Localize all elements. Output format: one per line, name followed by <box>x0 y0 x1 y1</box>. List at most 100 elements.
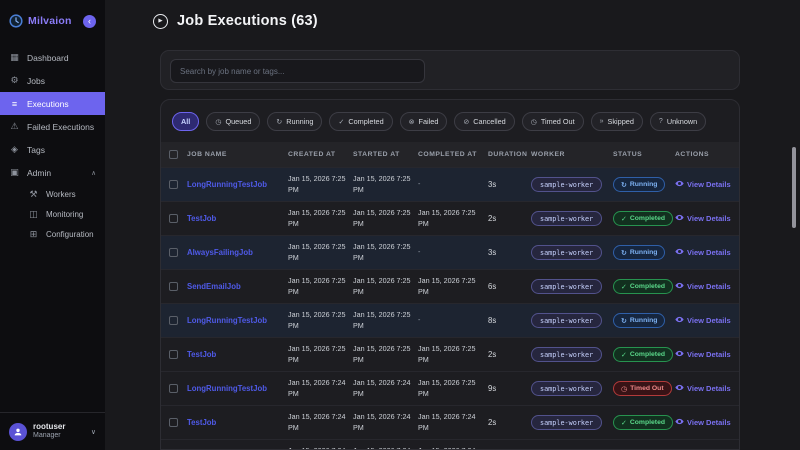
eye-icon <box>675 383 684 394</box>
started-at-cell: Jan 15, 2026 7:25 PM <box>353 276 413 296</box>
sidebar-item-label: Workers <box>46 190 76 199</box>
started-at-cell: Jan 15, 2026 7:25 PM <box>353 174 413 194</box>
row-checkbox[interactable] <box>169 384 178 393</box>
eye-icon <box>675 281 684 292</box>
filter-chip-cancelled[interactable]: ⊘Cancelled <box>454 112 514 131</box>
sidebar-item-tags[interactable]: ◈ Tags <box>0 138 105 161</box>
filter-chip-label: Failed <box>419 117 439 126</box>
sidebar-item-jobs[interactable]: ⚙Jobs <box>0 69 105 92</box>
started-at-cell: Jan 15, 2026 7:24 PM <box>353 378 413 398</box>
started-at-cell: Jan 15, 2026 7:25 PM <box>353 208 413 228</box>
actions-cell: View Details <box>675 349 739 360</box>
started-at-cell: Jan 15, 2026 7:24 PM <box>353 446 413 450</box>
row-checkbox[interactable] <box>169 418 178 427</box>
filter-chip-completed[interactable]: ✓Completed <box>329 112 392 131</box>
job-name-link[interactable]: SendEmailJob <box>187 282 288 291</box>
row-checkbox[interactable] <box>169 214 178 223</box>
sidebar-item-label: Failed Executions <box>27 122 94 132</box>
completed-at-cell: Jan 15, 2026 7:25 PM <box>418 208 478 228</box>
status-cell: ↻Running <box>613 245 675 260</box>
configuration-icon: ⊞ <box>28 229 39 240</box>
created-at-cell: Jan 15, 2026 7:24 PM <box>288 412 348 432</box>
worker-badge: sample-worker <box>531 177 602 192</box>
view-details-label: View Details <box>687 350 731 359</box>
column-header: WORKER <box>531 151 613 158</box>
status-cell: ◷Timed Out <box>613 381 675 396</box>
select-all-checkbox[interactable] <box>169 150 178 159</box>
status-label: Running <box>630 181 658 188</box>
view-details-link[interactable]: View Details <box>675 383 731 394</box>
view-details-link[interactable]: View Details <box>675 281 731 292</box>
view-details-link[interactable]: View Details <box>675 349 731 360</box>
worker-cell: sample-worker <box>531 211 613 226</box>
table-header-row: JOB NAMECREATED ATSTARTED ATCOMPLETED AT… <box>161 142 739 167</box>
duration-cell: 2s <box>488 350 531 359</box>
user-menu[interactable]: rootuser Manager ∨ <box>0 412 105 450</box>
filter-chip-unknown[interactable]: ?Unknown <box>650 112 706 131</box>
view-details-link[interactable]: View Details <box>675 213 731 224</box>
row-checkbox[interactable] <box>169 350 178 359</box>
executions-card: All◷Queued↻Running✓Completed⊗Failed⊘Canc… <box>160 99 740 450</box>
worker-badge: sample-worker <box>531 347 602 362</box>
scrollbar-thumb[interactable] <box>792 147 796 228</box>
actions-cell: View Details <box>675 247 739 258</box>
created-at-cell: Jan 15, 2026 7:24 PM <box>288 378 348 398</box>
sidebar-item-configuration[interactable]: ⊞Configuration <box>0 224 105 244</box>
row-checkbox[interactable] <box>169 180 178 189</box>
view-details-link[interactable]: View Details <box>675 179 731 190</box>
completed-at-cell: Jan 15, 2026 7:25 PM <box>418 344 478 364</box>
chevron-down-icon[interactable]: ∨ <box>91 428 96 436</box>
sidebar-item-failed-executions[interactable]: ⚠Failed Executions <box>0 115 105 138</box>
created-at-cell: Jan 15, 2026 7:24 PM <box>288 446 348 450</box>
view-details-link[interactable]: View Details <box>675 315 731 326</box>
row-checkbox[interactable] <box>169 282 178 291</box>
job-name-link[interactable]: TestJob <box>187 350 288 359</box>
spinner-icon: ↻ <box>276 118 282 126</box>
job-name-link[interactable]: TestJob <box>187 418 288 427</box>
view-details-link[interactable]: View Details <box>675 247 731 258</box>
dashboard-icon: ▦ <box>9 52 20 63</box>
row-checkbox[interactable] <box>169 316 178 325</box>
executions-count: (63) <box>291 13 318 29</box>
filter-chip-queued[interactable]: ◷Queued <box>206 112 260 131</box>
worker-badge: sample-worker <box>531 279 602 294</box>
view-details-link[interactable]: View Details <box>675 417 731 428</box>
sidebar-item-admin[interactable]: ▣Admin∧ <box>0 161 105 184</box>
filter-chip-failed[interactable]: ⊗Failed <box>400 112 448 131</box>
created-at-cell: Jan 15, 2026 7:25 PM <box>288 276 348 296</box>
job-name-link[interactable]: LongRunningTestJob <box>187 180 288 189</box>
collapse-sidebar-button[interactable]: ‹ <box>83 15 96 28</box>
executions-icon: ≡ <box>9 99 20 109</box>
filter-chip-all[interactable]: All <box>172 112 199 131</box>
tags-icon: ◈ <box>9 144 20 155</box>
column-header: JOB NAME <box>187 151 288 158</box>
filter-chip-timed-out[interactable]: ◷Timed Out <box>522 112 584 131</box>
slash-circle-icon: ⊘ <box>463 118 469 126</box>
search-input[interactable] <box>170 59 425 83</box>
job-name-link[interactable]: TestJob <box>187 214 288 223</box>
sidebar-item-monitoring[interactable]: ◫Monitoring <box>0 204 105 224</box>
filter-chip-skipped[interactable]: »Skipped <box>591 112 643 131</box>
row-checkbox[interactable] <box>169 248 178 257</box>
status-badge: ↻Running <box>613 313 665 328</box>
job-name-link[interactable]: LongRunningTestJob <box>187 384 288 393</box>
status-icon: ✓ <box>621 419 627 427</box>
filter-chip-label: Queued <box>225 117 251 126</box>
worker-cell: sample-worker <box>531 347 613 362</box>
created-at-cell: Jan 15, 2026 7:25 PM <box>288 174 348 194</box>
job-name-link[interactable]: AlwaysFailingJob <box>187 248 288 257</box>
duration-cell: 2s <box>488 214 531 223</box>
search-card <box>160 50 740 90</box>
sidebar-item-workers[interactable]: ⚒Workers <box>0 184 105 204</box>
main-content: ▶ Job Executions (63) All◷Queued↻Running… <box>105 0 800 450</box>
question-icon: ? <box>659 118 663 125</box>
view-details-label: View Details <box>687 248 731 257</box>
page-title: Job Executions (63) <box>177 13 318 29</box>
completed-at-cell: - <box>418 247 478 257</box>
sidebar-item-executions[interactable]: ≡Executions <box>0 92 105 115</box>
sidebar-item-label: Tags <box>27 145 45 155</box>
sidebar-item-dashboard[interactable]: ▦Dashboard <box>0 46 105 69</box>
user-avatar <box>9 423 27 441</box>
filter-chip-running[interactable]: ↻Running <box>267 112 322 131</box>
job-name-link[interactable]: LongRunningTestJob <box>187 316 288 325</box>
